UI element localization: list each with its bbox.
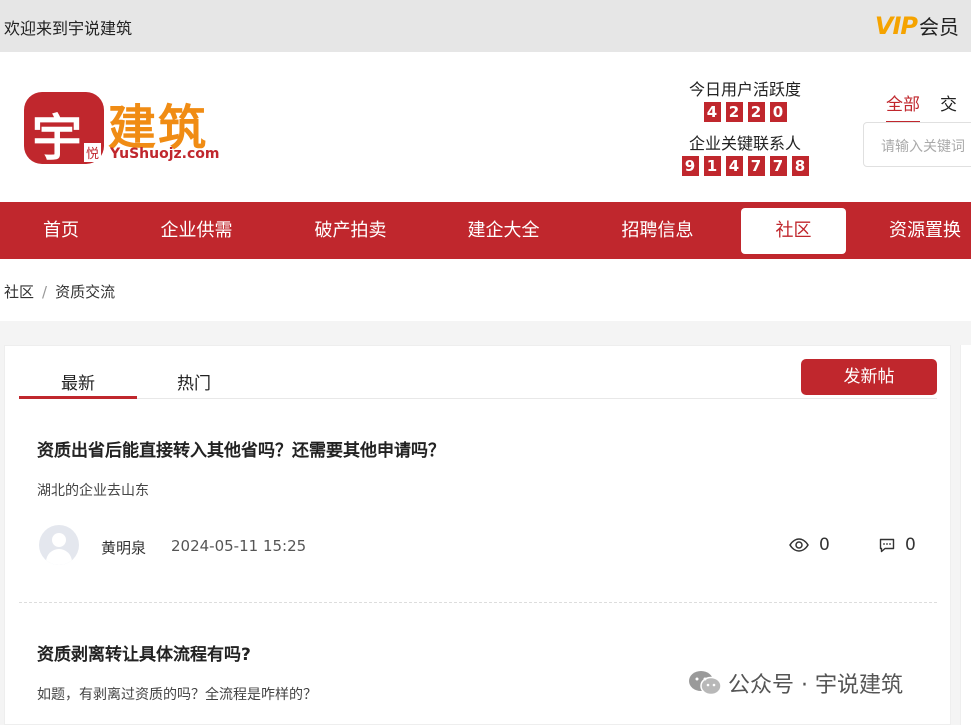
- site-logo[interactable]: 宇 悦 建筑 YuShuojz.com: [24, 88, 234, 168]
- post-title[interactable]: 资质出省后能直接转入其他省吗？还需要其他申请吗？: [37, 436, 445, 461]
- member-label: 会员: [919, 15, 959, 39]
- active-users-counter: 4 2 2 0: [660, 102, 830, 122]
- key-contacts-label: 企业关键联系人: [688, 134, 801, 153]
- comment-icon: [879, 538, 895, 552]
- nav-item-supply-demand[interactable]: 企业供需: [131, 202, 262, 259]
- vip-member-link[interactable]: VIP 会员: [875, 11, 959, 40]
- counter-digit: 1: [703, 156, 721, 176]
- avatar[interactable]: [39, 525, 79, 565]
- post-author[interactable]: 黄明泉: [101, 537, 146, 558]
- tab-latest[interactable]: 最新: [19, 369, 137, 399]
- feed-tabs: 最新 热门: [19, 359, 937, 399]
- welcome-text: 欢迎来到宇说建筑: [4, 19, 133, 38]
- right-sidebar-edge: [960, 345, 971, 725]
- watermark-text: 公众号 · 宇说建筑: [728, 673, 903, 698]
- new-post-button[interactable]: 发新帖: [801, 359, 937, 395]
- site-header: 宇 悦 建筑 YuShuojz.com 今日用户活跃度 4 2 2 0 企业关键…: [0, 52, 971, 202]
- logo-badge-icon: 宇 悦: [24, 92, 104, 167]
- search-input[interactable]: 请输入关键词: [863, 122, 971, 167]
- nav-item-company-directory[interactable]: 建企大全: [438, 202, 569, 259]
- views-count: 0: [789, 535, 830, 555]
- vip-icon: VIP: [874, 11, 918, 40]
- post-time: 2024-05-11 15:25: [171, 537, 307, 555]
- wechat-icon: [689, 671, 722, 696]
- breadcrumb-qualification[interactable]: 资质交流: [55, 283, 115, 301]
- search-scope-tabs: 全部 交: [886, 90, 957, 123]
- counter-digit: 7: [747, 156, 765, 176]
- comments-count: 0: [879, 535, 916, 555]
- breadcrumb-community[interactable]: 社区: [4, 283, 34, 301]
- tab-hot[interactable]: 热门: [177, 369, 211, 394]
- search-tab-exchange[interactable]: 交: [940, 90, 957, 123]
- counter-digit: 2: [725, 102, 743, 122]
- post-divider: [19, 602, 937, 603]
- views-value: 0: [819, 535, 830, 555]
- counter-digit: 0: [769, 102, 787, 122]
- comments-value: 0: [905, 535, 916, 555]
- nav-item-home[interactable]: 首页: [0, 202, 122, 259]
- counter-digit: 7: [769, 156, 787, 176]
- site-stats: 今日用户活跃度 4 2 2 0 企业关键联系人 9 1 4 7 7 8: [660, 80, 830, 188]
- counter-digit: 2: [747, 102, 765, 122]
- counter-digit: 9: [681, 156, 699, 176]
- post-title[interactable]: 资质剥离转让具体流程有吗?: [37, 640, 251, 665]
- nav-item-jobs[interactable]: 招聘信息: [592, 202, 723, 259]
- search-tab-all[interactable]: 全部: [886, 90, 920, 123]
- post-desc: 如题，有剥离过资质的吗？全流程是咋样的？: [37, 687, 317, 703]
- key-contacts-counter: 9 1 4 7 7 8: [660, 156, 830, 176]
- counter-digit: 8: [791, 156, 809, 176]
- eye-icon: [789, 538, 809, 552]
- wechat-watermark: 公众号 · 宇说建筑: [688, 667, 903, 699]
- nav-item-resource-exchange[interactable]: 资源置换: [870, 202, 971, 259]
- post-meta: 黄明泉 2024-05-11 15:25 0 0: [39, 525, 937, 567]
- nav-item-bankruptcy-auction[interactable]: 破产拍卖: [285, 202, 416, 259]
- counter-digit: 4: [725, 156, 743, 176]
- breadcrumb: 社区 / 资质交流: [4, 281, 115, 302]
- main-nav: 首页 企业供需 破产拍卖 建企大全 招聘信息 社区 资源置换: [0, 202, 971, 259]
- breadcrumb-separator: /: [42, 283, 48, 301]
- top-bar: 欢迎来到宇说建筑 VIP 会员: [0, 0, 971, 52]
- logo-domain: YuShuojz.com: [110, 146, 220, 162]
- post-desc: 湖北的企业去山东: [37, 483, 149, 499]
- counter-digit: 4: [703, 102, 721, 122]
- active-users-label: 今日用户活跃度: [688, 80, 801, 99]
- breadcrumb-bar: 社区 / 资质交流: [0, 259, 971, 321]
- nav-item-community[interactable]: 社区: [741, 208, 846, 254]
